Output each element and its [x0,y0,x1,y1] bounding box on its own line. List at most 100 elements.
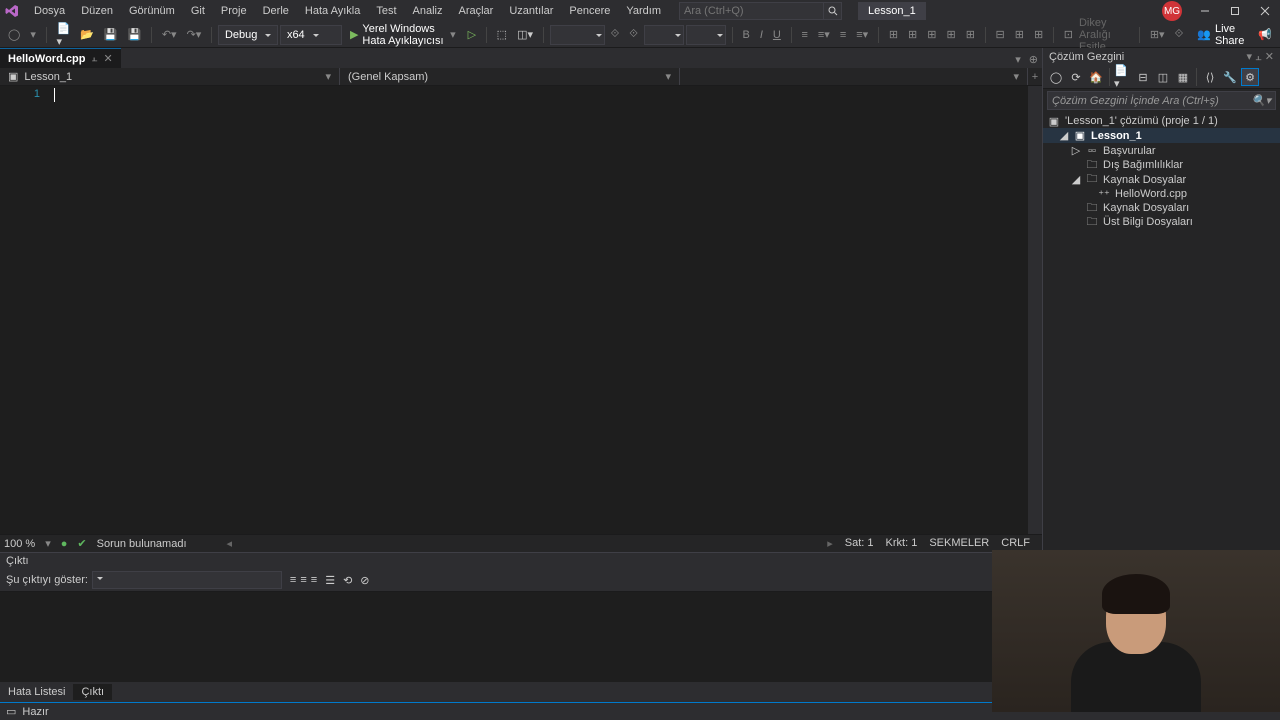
menu-edit[interactable]: Düzen [73,2,121,20]
menu-window[interactable]: Pencere [561,2,618,20]
layout-btn-6: ⊟ [992,26,1009,43]
code-editor[interactable] [50,86,1028,534]
empty-dropdown-2[interactable] [644,25,684,45]
se-filter-icon[interactable]: ⚙ [1241,68,1259,86]
menu-test[interactable]: Test [368,2,404,20]
menu-debug[interactable]: Hata Ayıkla [297,2,368,20]
tab-close-icon[interactable]: ✕ [103,52,112,65]
menu-analyze[interactable]: Analiz [405,2,451,20]
toolbar-icon-end2[interactable]: ⟐ [1171,26,1188,43]
menu-extensions[interactable]: Uzantılar [501,2,561,20]
menu-git[interactable]: Git [183,2,213,20]
output-source-dropdown[interactable] [92,571,282,589]
scope-project-dropdown[interactable]: ▣ Lesson_1 ▾ [0,68,340,85]
tree-source-files[interactable]: ◢ 🗀 Kaynak Dosyalar [1043,172,1280,187]
panel-pin-icon[interactable]: ⫠ [1255,51,1262,63]
tree-resource-files[interactable]: 🗀 Kaynak Dosyaları [1043,201,1280,215]
output-clear-button[interactable]: ⊘ [360,574,369,587]
tab-overflow-button[interactable]: ▾ [1011,51,1025,68]
debugger-label: Yerel Windows Hata Ayıklayıcısı [362,23,446,47]
platform-dropdown[interactable]: x64 [280,25,342,45]
folder-icon: 🗀 [1085,216,1099,228]
split-add-button[interactable]: + [1028,68,1042,85]
nav-back-button[interactable]: ◯ [4,26,24,43]
status-ending: CRLF [1001,537,1030,550]
zoom-level[interactable]: 100 % [4,538,35,550]
solution-icon: ▣ [1047,115,1061,127]
se-home2-icon[interactable]: 🏠 [1087,68,1105,86]
tree-header-files[interactable]: 🗀 Üst Bilgi Dosyaları [1043,215,1280,229]
se-sync-icon[interactable]: ⟳ [1067,68,1085,86]
empty-dropdown-3[interactable] [686,25,726,45]
search-button[interactable] [824,2,842,20]
tree-references[interactable]: ▷ ▫▫ Başvurular [1043,143,1280,158]
scope-global-dropdown[interactable]: (Genel Kapsam) ▾ [340,68,680,85]
menu-build[interactable]: Derle [255,2,297,20]
solution-search-box[interactable]: Çözüm Gezgini İçinde Ara (Ctrl+ş) 🔍▾ [1047,91,1276,110]
diff-icon: ⊡ [1060,26,1077,43]
open-button[interactable]: 📂 [76,26,98,43]
live-share-button[interactable]: 👥 Live Share [1189,21,1252,49]
menu-file[interactable]: Dosya [26,2,73,20]
toolbar-icon-1[interactable]: ⬚ [493,26,511,43]
minimize-button[interactable] [1190,0,1220,22]
save-button[interactable]: 💾 [100,26,122,43]
scope-member-dropdown[interactable]: ▾ [680,68,1028,85]
project-name-label: Lesson_1 [858,2,926,20]
align-right-button: ≡ [836,27,850,43]
feedback-button[interactable]: 📢 [1254,26,1276,43]
start-without-debug-button[interactable]: ▷ [464,26,480,43]
empty-dropdown-1[interactable] [550,25,605,45]
undo-button[interactable]: ↶▾ [158,26,181,43]
bold-button: B [739,27,754,43]
menu-tools[interactable]: Araçlar [451,2,502,20]
expander-icon[interactable]: ◢ [1059,129,1069,142]
tab-error-list[interactable]: Hata Listesi [0,684,73,700]
menu-view[interactable]: Görünüm [121,2,183,20]
se-refresh-icon[interactable]: ◫ [1154,68,1172,86]
italic-button: I [756,27,767,43]
pin-icon[interactable]: ⫠ [91,53,97,64]
maximize-button[interactable] [1220,0,1250,22]
expander-icon[interactable]: ▷ [1071,144,1081,157]
toolbar-icon-2[interactable]: ◫▾ [513,26,537,43]
tree-external-deps[interactable]: 🗀 Dış Bağımlılıklar [1043,158,1280,172]
user-avatar[interactable]: MG [1162,1,1182,21]
menu-project[interactable]: Proje [213,2,255,20]
tree-project[interactable]: ◢ ▣ Lesson_1 [1043,128,1280,143]
status-line: Sat: 1 [845,537,874,550]
output-text-area[interactable] [0,592,1042,682]
se-collapse-icon[interactable]: ⊟ [1134,68,1152,86]
tab-output[interactable]: Çıktı [73,684,112,700]
menu-help[interactable]: Yardım [618,2,669,20]
new-item-button[interactable]: 📄▾ [52,20,74,50]
panel-dropdown-icon[interactable]: ▾ [1246,51,1252,63]
close-button[interactable] [1250,0,1280,22]
scrollbar-vertical[interactable] [1028,86,1042,534]
se-showall-icon[interactable]: 📄▾ [1114,68,1132,86]
output-wrap-button[interactable]: ⟲ [343,574,352,587]
toolbar-icon-end1[interactable]: ⊞▾ [1146,26,1169,43]
output-btn-1: ≡ [290,574,296,586]
save-all-button[interactable]: 💾 [124,26,146,43]
panel-close-icon[interactable]: ✕ [1265,51,1274,63]
tree-solution-root[interactable]: ▣ 'Lesson_1' çözümü (proje 1 / 1) [1043,114,1280,128]
redo-button[interactable]: ↷▾ [183,26,206,43]
se-preview-icon[interactable]: 🔧 [1221,68,1239,86]
nav-fwd-button[interactable]: ▾ [26,26,40,43]
search-box[interactable] [679,2,824,20]
issues-text: Sorun bulunamadı [97,538,187,550]
document-tab[interactable]: HelloWord.cpp ⫠ ✕ [0,48,121,68]
output-btn-4: ☰ [325,574,335,587]
se-view-icon[interactable]: ⟨⟩ [1201,68,1219,86]
start-debug-button[interactable]: ▶ Yerel Windows Hata Ayıklayıcısı ▾ [344,21,462,49]
config-dropdown[interactable]: Debug [218,25,278,45]
expander-icon[interactable]: ◢ [1071,173,1081,186]
search-input[interactable] [684,5,819,17]
se-properties-icon[interactable]: ▦ [1174,68,1192,86]
scope-project-label: Lesson_1 [24,71,72,83]
tab-plus-button[interactable]: ⊕ [1025,51,1042,68]
tree-file-helloword[interactable]: ⁺⁺ HelloWord.cpp [1043,187,1280,201]
layout-btn-3: ⊞ [923,26,940,43]
se-home-icon[interactable]: ◯ [1047,68,1065,86]
